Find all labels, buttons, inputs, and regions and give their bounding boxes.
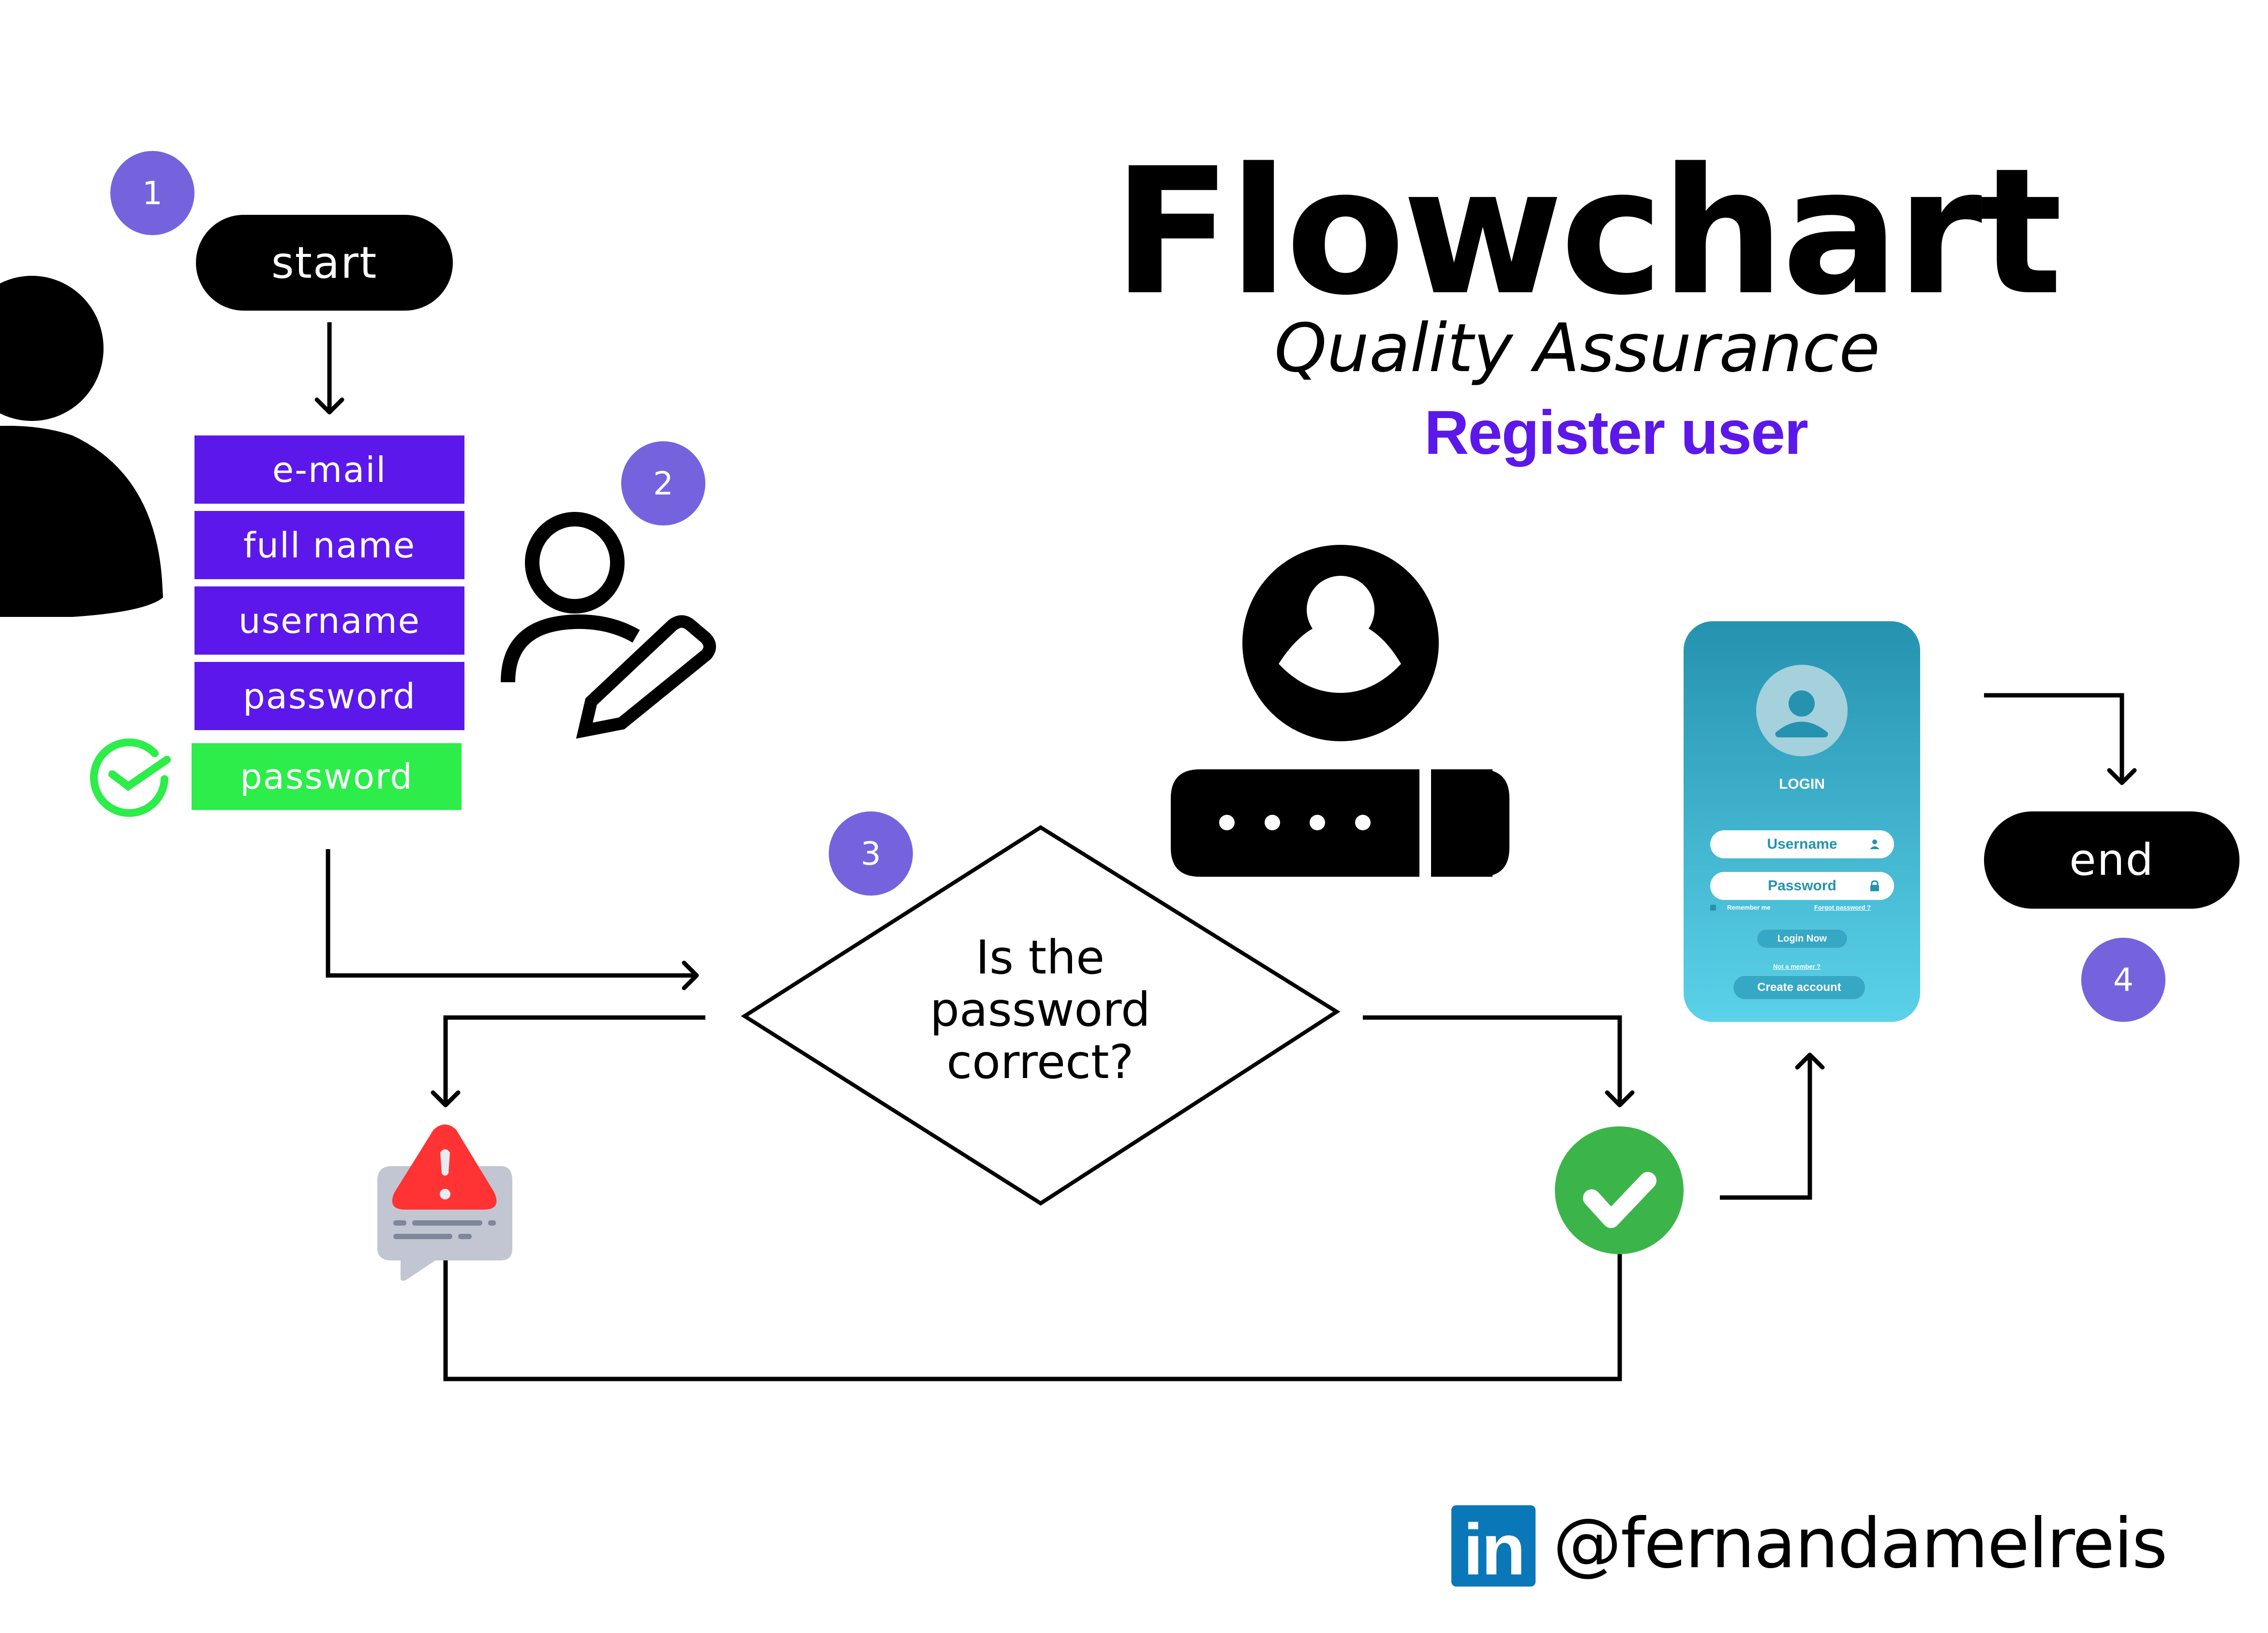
username-placeholder: Username — [1767, 836, 1837, 852]
form-field-email: e-mail — [194, 435, 464, 504]
login-avatar-icon — [1756, 665, 1848, 756]
step-badge-3: 3 — [829, 811, 913, 896]
user-edit-icon — [501, 512, 716, 739]
login-screen-mockup: LOGIN Username Password Remember me Forg… — [1684, 621, 1920, 1022]
loop-back-line — [443, 1253, 1622, 1381]
decision-line-1: Is the — [975, 930, 1105, 985]
decision-line-2: password — [930, 983, 1150, 1037]
not-member-link[interactable]: Not a member ? — [1773, 963, 1820, 970]
login-username-input[interactable]: Username — [1710, 830, 1894, 858]
lock-icon — [1870, 880, 1879, 891]
login-title: LOGIN — [1779, 776, 1825, 792]
form-field-password-confirmed: password — [192, 743, 462, 810]
author-handle[interactable]: @fernandamelreis — [1553, 1504, 2168, 1584]
page-title: Flowchart — [1113, 131, 2062, 333]
remember-me-checkbox[interactable] — [1710, 905, 1716, 911]
login-now-button[interactable]: Login Now — [1757, 929, 1848, 948]
login-password-input[interactable]: Password — [1710, 872, 1894, 900]
create-account-button[interactable]: Create account — [1733, 975, 1865, 1000]
decision-label: Is the password correct? — [847, 931, 1234, 1088]
step-badge-2: 2 — [621, 441, 705, 525]
linkedin-icon[interactable]: in — [1451, 1505, 1536, 1587]
form-field-full-name: full name — [194, 511, 464, 579]
forgot-password-link[interactable]: Forgot password ? — [1814, 904, 1871, 911]
password-placeholder: Password — [1768, 878, 1836, 894]
arrow-decision-yes — [1363, 1015, 1622, 1105]
end-terminal: end — [1984, 811, 2239, 909]
step-badge-1: 1 — [110, 151, 194, 235]
linkedin-logo-text: in — [1463, 1509, 1525, 1590]
remember-me-label: Remember me — [1727, 904, 1771, 911]
check-circle-icon — [1555, 1126, 1684, 1254]
form-field-username: username — [194, 586, 464, 655]
warning-message-icon — [377, 1124, 512, 1281]
decision-line-3: correct? — [946, 1035, 1134, 1089]
topic-heading: Register user — [1424, 398, 1808, 467]
page-subtitle: Quality Assurance — [1274, 309, 1880, 387]
user-icon — [1775, 690, 1828, 737]
user-icon — [0, 276, 163, 617]
user-icon — [1870, 839, 1880, 849]
arrow-success-to-login — [1720, 1055, 1812, 1200]
step-badge-4: 4 — [2081, 938, 2165, 1022]
user-password-icon — [1171, 545, 1509, 877]
form-field-password: password — [194, 662, 464, 730]
arrow-login-to-end — [1984, 693, 2124, 783]
start-terminal: start — [196, 215, 453, 311]
arrow-decision-no — [443, 1015, 705, 1105]
check-circle-outline-icon — [90, 738, 171, 817]
arrow-form-to-decision — [326, 849, 697, 978]
